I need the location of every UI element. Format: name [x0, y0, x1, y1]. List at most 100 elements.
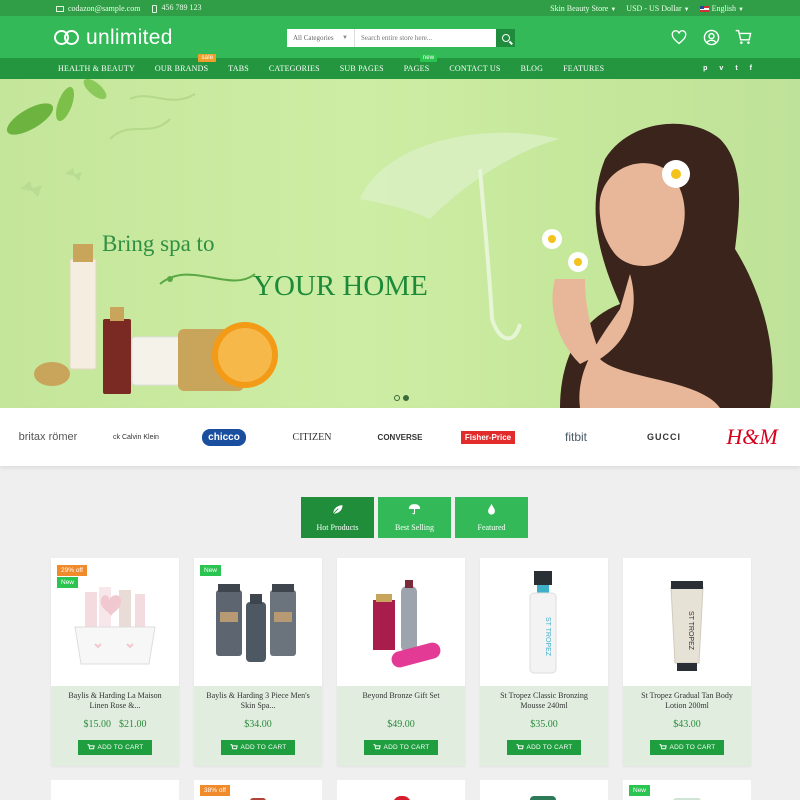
product-name[interactable]: St Tropez Gradual Tan Body Lotion 200ml	[623, 686, 751, 713]
product-name[interactable]: Baylis & Harding La Maison Linen Rose &.…	[51, 686, 179, 713]
product-card[interactable]: 38% off	[194, 780, 322, 800]
product-card[interactable]	[51, 780, 179, 800]
contact-phone: 456 789 123	[152, 3, 201, 13]
product-card[interactable]: ST TROPEZ St Tropez Classic Bronzing Mou…	[480, 558, 608, 766]
brand-logo-britax-romer[interactable]: britax römer	[8, 431, 88, 443]
product-image[interactable]	[530, 796, 556, 800]
product-name[interactable]: St Tropez Classic Bronzing Mousse 240ml	[480, 686, 608, 713]
us-flag-icon	[699, 5, 709, 12]
account-button[interactable]	[702, 28, 720, 46]
product-card[interactable]: 29% off New Baylis & Harding La Maison L…	[51, 558, 179, 766]
cart-icon	[516, 744, 524, 750]
nav-item-health-beauty[interactable]: HEALTH & BEAUTY	[58, 64, 135, 73]
contact-email[interactable]: codazon@sample.com	[56, 4, 140, 13]
product-card[interactable]	[480, 780, 608, 800]
product-image[interactable]	[393, 796, 411, 800]
product-image-mens-spa	[216, 584, 296, 662]
nav-item-categories[interactable]: CATEGORIES	[269, 64, 320, 73]
chevron-down-icon: ▼	[610, 6, 617, 13]
banner-heading-line2: YOUR HOME	[253, 270, 428, 302]
add-to-cart-button[interactable]: ADD TO CART	[507, 740, 581, 755]
product-name[interactable]: Beyond Bronze Gift Set	[337, 686, 465, 713]
add-to-cart-button[interactable]: ADD TO CART	[650, 740, 724, 755]
slider-dot[interactable]	[394, 395, 400, 401]
product-old-price: $21.00	[119, 719, 147, 730]
search-category-select[interactable]: All Categories ▼	[287, 29, 355, 47]
product-image-gift-basket	[74, 587, 156, 665]
banner-heading-line1: Bring spa to	[102, 231, 215, 256]
product-grid-row-2: 38% off New	[51, 780, 751, 800]
add-to-cart-button[interactable]: ADD TO CART	[78, 740, 152, 755]
logo[interactable]: unlimited	[54, 26, 173, 50]
heart-icon	[671, 29, 687, 44]
brand-logo-chicco[interactable]: chicco	[184, 428, 264, 446]
add-to-cart-button[interactable]: ADD TO CART	[364, 740, 438, 755]
chevron-down-icon: ▼	[342, 35, 348, 41]
top-bar: codazon@sample.com 456 789 123 Skin Beau…	[0, 0, 800, 16]
product-price: $15.00	[83, 719, 112, 730]
search-button[interactable]	[496, 29, 515, 47]
product-image[interactable]: 29% off New	[51, 558, 179, 686]
brand-logo-hm[interactable]: H&M	[712, 424, 792, 450]
nav-item-blog[interactable]: BLOG	[521, 64, 544, 73]
nav-item-features[interactable]: FEATURES	[563, 64, 604, 73]
slider-dot-active[interactable]	[403, 395, 409, 401]
product-image-bronzing-mousse: ST TROPEZ	[529, 571, 557, 674]
svg-text:ST TROPEZ: ST TROPEZ	[687, 611, 694, 651]
phone-icon	[152, 4, 158, 13]
hero-banner[interactable]: Bring spa to YOUR HOME	[0, 79, 800, 408]
vimeo-icon[interactable]: v	[719, 65, 723, 72]
product-image[interactable]: ST TROPEZ	[623, 558, 751, 686]
nav-item-our-brands[interactable]: OUR BRANDS sale	[155, 54, 217, 73]
new-badge: New	[200, 565, 222, 576]
leaf-icon	[332, 503, 344, 515]
product-image[interactable]: ST TROPEZ	[480, 558, 608, 686]
add-to-cart-button[interactable]: ADD TO CART	[221, 740, 295, 755]
cart-icon	[373, 744, 381, 750]
brand-logo-converse[interactable]: CONVERSE	[360, 433, 440, 442]
cart-button[interactable]	[734, 28, 752, 46]
brand-logo-citizen[interactable]: CITIZEN	[272, 432, 352, 443]
product-card[interactable]: New	[623, 780, 751, 800]
currency-switcher[interactable]: USD - US Dollar ▼	[626, 4, 689, 13]
product-card[interactable]	[337, 780, 465, 800]
tab-hot-products[interactable]: Hot Products	[301, 497, 374, 538]
header: unlimited All Categories ▼	[0, 16, 800, 58]
nav-item-pages[interactable]: PAGES new	[404, 54, 438, 73]
pinterest-icon[interactable]: p	[703, 65, 707, 72]
product-image[interactable]	[337, 558, 465, 686]
product-card[interactable]: ST TROPEZ St Tropez Gradual Tan Body Lot…	[623, 558, 751, 766]
chevron-down-icon: ▼	[738, 6, 744, 13]
language-switcher[interactable]: English ▼	[699, 4, 744, 13]
chevron-down-icon: ▼	[683, 6, 690, 13]
mail-icon	[56, 5, 64, 12]
product-grid: 29% off New Baylis & Harding La Maison L…	[51, 558, 751, 766]
product-image[interactable]: New	[194, 558, 322, 686]
brand-logo-fisher-price[interactable]: Fisher-Price	[448, 430, 528, 444]
discount-badge: 38% off	[200, 785, 230, 796]
nav-item-tabs[interactable]: TABS	[228, 64, 249, 73]
product-name[interactable]: Baylis & Harding 3 Piece Men's Skin Spa.…	[194, 686, 322, 713]
sale-badge: sale	[198, 54, 217, 62]
product-card[interactable]: Beyond Bronze Gift Set $49.00 ADD TO CAR…	[337, 558, 465, 766]
logo-icon	[54, 29, 80, 47]
nav-item-sub-pages[interactable]: SUB PAGES	[340, 64, 384, 73]
search-input[interactable]	[355, 29, 496, 47]
brand-logo-fitbit[interactable]: fitbit	[536, 430, 616, 444]
tab-best-selling[interactable]: Best Selling	[378, 497, 451, 538]
new-badge: New	[629, 785, 651, 796]
brand-logo-calvin-klein[interactable]: ck Calvin Klein	[96, 434, 176, 441]
product-card[interactable]: New Baylis & Harding 3 Piece Men's Skin …	[194, 558, 322, 766]
wishlist-button[interactable]	[670, 28, 688, 46]
tab-featured[interactable]: Featured	[455, 497, 528, 538]
slider-dots	[394, 395, 409, 401]
twitter-icon[interactable]: t	[735, 65, 737, 72]
brand-logo-gucci[interactable]: GUCCI	[624, 432, 704, 442]
cart-icon	[87, 744, 95, 750]
cart-icon	[230, 744, 238, 750]
new-badge: New	[57, 577, 79, 588]
facebook-icon[interactable]: f	[750, 65, 752, 72]
store-switcher[interactable]: Skin Beauty Store ▼	[550, 4, 616, 13]
nav-item-contact-us[interactable]: CONTACT US	[449, 64, 500, 73]
discount-badge: 29% off	[57, 565, 87, 576]
